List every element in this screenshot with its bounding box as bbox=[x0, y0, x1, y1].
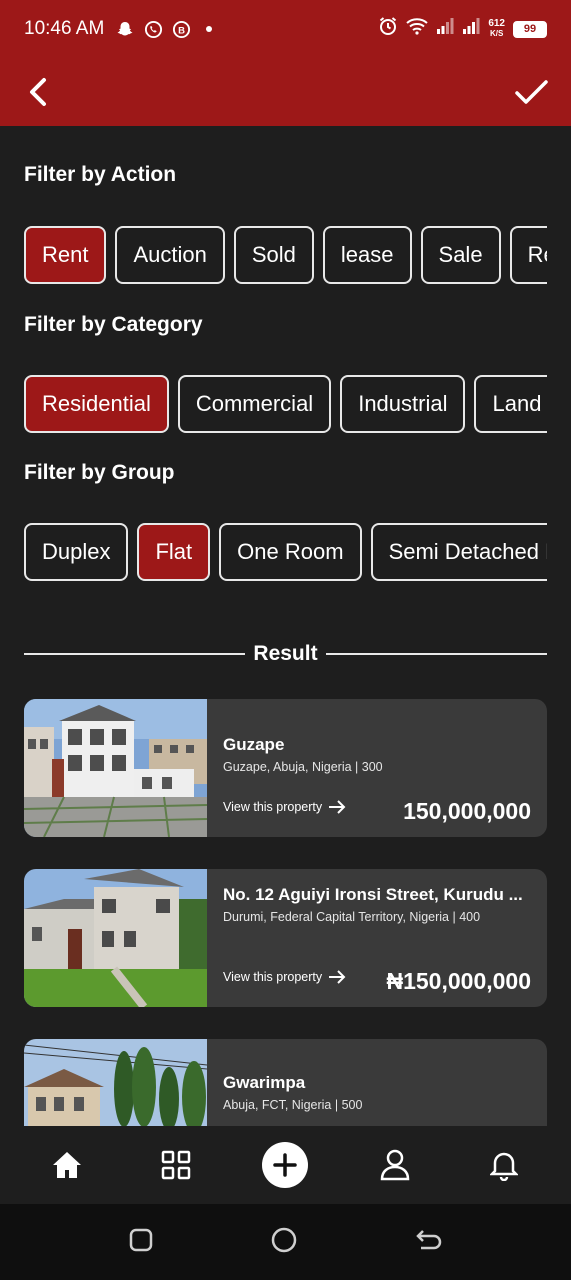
filter-category-title: Filter by Category bbox=[24, 313, 203, 336]
app-bar bbox=[0, 62, 571, 122]
home-circle-icon[interactable] bbox=[270, 1226, 298, 1259]
signal-icon-2 bbox=[462, 17, 480, 41]
view-property-label: View this property bbox=[223, 800, 323, 814]
network-speed-unit: K/S bbox=[489, 29, 504, 38]
top-bar: 10:46 AM B 612 K/S 99 bbox=[0, 0, 571, 126]
wifi-icon bbox=[406, 17, 428, 41]
property-photo bbox=[24, 869, 207, 1007]
status-time: 10:46 AM bbox=[24, 18, 105, 39]
chip-re[interactable]: Re bbox=[509, 226, 547, 284]
bottom-navigation bbox=[0, 1126, 571, 1204]
notification-dot bbox=[206, 26, 213, 32]
property-card[interactable]: Guzape Guzape, Abuja, Nigeria | 300 View… bbox=[24, 699, 547, 837]
status-bar: 10:46 AM B 612 K/S 99 bbox=[0, 0, 571, 58]
chip-sold[interactable]: Sold bbox=[233, 226, 314, 284]
svg-text:B: B bbox=[178, 25, 185, 36]
view-property-link[interactable]: View this property bbox=[223, 970, 346, 984]
chip-industrial[interactable]: Industrial bbox=[340, 375, 466, 433]
whatsapp-icon bbox=[142, 18, 164, 40]
arrow-right-icon bbox=[329, 800, 346, 814]
view-property-label: View this property bbox=[223, 970, 323, 984]
recent-apps-icon[interactable] bbox=[128, 1227, 154, 1258]
property-name: Guzape bbox=[223, 735, 285, 754]
b-badge-icon: B bbox=[170, 18, 192, 40]
property-address: Abuja, FCT, Nigeria | 500 bbox=[223, 1098, 363, 1112]
action-chip-row[interactable]: RentAuctionSoldleaseSaleRe bbox=[24, 226, 547, 286]
group-chip-row[interactable]: Duplex Flat One Room Semi Detached D bbox=[24, 523, 547, 583]
chip-commercial[interactable]: Commercial bbox=[177, 375, 332, 433]
property-card[interactable]: No. 12 Aguiyi Ironsi Street, Kurudu ... … bbox=[24, 869, 547, 1007]
snapchat-icon bbox=[114, 18, 136, 40]
battery-icon: 99 bbox=[513, 20, 547, 38]
property-address: Durumi, Federal Capital Territory, Niger… bbox=[223, 910, 481, 924]
property-info: Guzape Guzape, Abuja, Nigeria | 300 View… bbox=[223, 699, 531, 837]
result-divider: Result bbox=[24, 640, 547, 668]
home-icon[interactable] bbox=[43, 1141, 91, 1189]
chip-auction[interactable]: Auction bbox=[115, 226, 225, 284]
add-icon bbox=[262, 1142, 309, 1188]
grid-icon[interactable] bbox=[152, 1141, 200, 1189]
chip-duplex[interactable]: Duplex bbox=[24, 523, 129, 581]
divider-line-right bbox=[325, 653, 547, 655]
category-chip-row[interactable]: Residential Commercial Industrial Land bbox=[24, 375, 547, 435]
chip-sale[interactable]: Sale bbox=[420, 226, 501, 284]
view-property-link[interactable]: View this property bbox=[223, 800, 346, 814]
network-speed: 612 K/S bbox=[488, 19, 505, 39]
chip-lease[interactable]: lease bbox=[322, 226, 412, 284]
alarm-icon bbox=[378, 16, 398, 42]
property-photo bbox=[24, 699, 207, 837]
network-speed-value: 612 bbox=[488, 18, 505, 29]
back-arrow-icon[interactable] bbox=[22, 74, 58, 110]
property-price: 150,000,000 bbox=[403, 798, 531, 824]
filter-action-title: Filter by Action bbox=[24, 163, 177, 186]
chip-rent[interactable]: Rent bbox=[24, 226, 107, 284]
chip-semi-detached[interactable]: Semi Detached D bbox=[370, 523, 547, 581]
arrow-right-icon bbox=[329, 970, 346, 984]
profile-icon[interactable] bbox=[371, 1141, 419, 1189]
chip-flat[interactable]: Flat bbox=[137, 523, 211, 581]
chip-one-room[interactable]: One Room bbox=[219, 523, 362, 581]
add-button[interactable] bbox=[261, 1141, 309, 1189]
result-label: Result bbox=[253, 642, 318, 665]
property-price: ₦150,000,000 bbox=[386, 968, 531, 994]
property-name: Gwarimpa bbox=[223, 1073, 306, 1092]
system-navigation bbox=[0, 1204, 571, 1280]
property-address: Guzape, Abuja, Nigeria | 300 bbox=[223, 760, 383, 774]
property-info: No. 12 Aguiyi Ironsi Street, Kurudu ... … bbox=[223, 869, 531, 1007]
signal-icon-1 bbox=[436, 17, 454, 41]
divider-line-left bbox=[24, 653, 246, 655]
chip-land[interactable]: Land bbox=[474, 375, 547, 433]
filter-group-title: Filter by Group bbox=[24, 461, 175, 484]
check-icon[interactable] bbox=[513, 74, 549, 110]
back-system-icon[interactable] bbox=[415, 1227, 443, 1258]
chip-residential[interactable]: Residential bbox=[24, 375, 169, 433]
bell-icon[interactable] bbox=[480, 1141, 528, 1189]
property-name: No. 12 Aguiyi Ironsi Street, Kurudu ... bbox=[223, 885, 523, 904]
status-right: 612 K/S 99 bbox=[378, 16, 547, 42]
